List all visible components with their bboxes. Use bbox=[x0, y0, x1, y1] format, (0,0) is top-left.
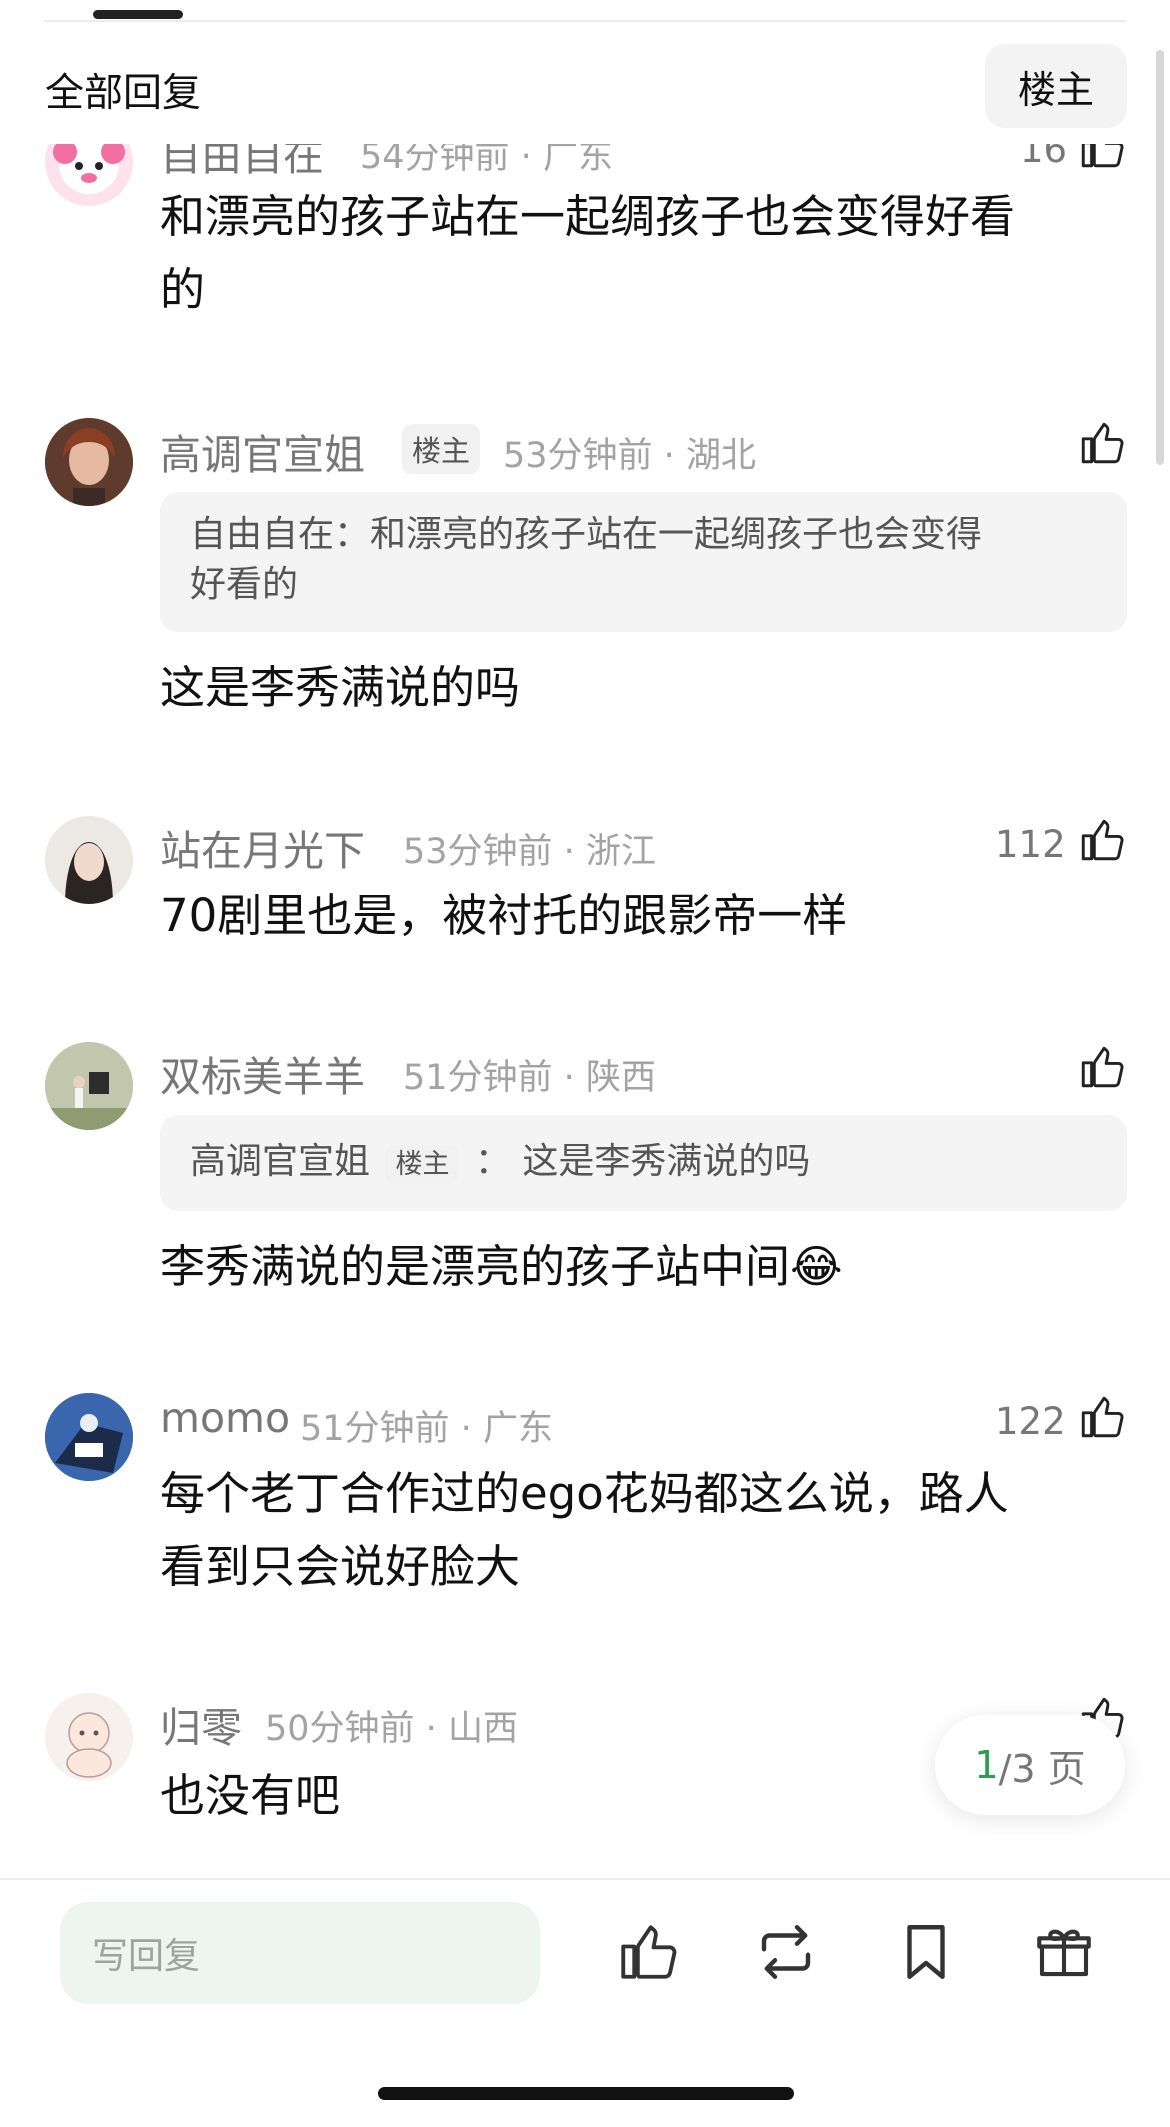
username[interactable]: 归零 bbox=[160, 1694, 242, 1754]
comment-text-line: 李秀满说的是漂亮的孩子站中间 bbox=[160, 1240, 791, 1293]
thumbs-up-icon[interactable] bbox=[1077, 1042, 1127, 1092]
top-divider bbox=[44, 20, 1126, 22]
quoted-text: 这是李秀满说的吗 bbox=[522, 1141, 811, 1182]
username[interactable]: 高调官宣姐 bbox=[160, 421, 365, 481]
comment-time: 53分钟前 bbox=[403, 832, 553, 872]
comment-meta: 51分钟前 · 陕西 bbox=[403, 1058, 656, 1098]
comment-time: 54分钟前 bbox=[360, 137, 510, 177]
comment-location: 广东 bbox=[482, 1409, 553, 1449]
comment-meta: 54分钟前 · 广东 bbox=[360, 137, 613, 177]
quoted-separator: ： bbox=[474, 1141, 511, 1182]
like-count: 16 bbox=[1020, 128, 1068, 171]
page-title: 全部回复 bbox=[45, 71, 202, 116]
comment-location: 陕西 bbox=[585, 1058, 656, 1098]
op-badge: 楼主 bbox=[385, 1145, 460, 1184]
comment-text-line: 的 bbox=[160, 263, 206, 316]
comment-text-line: 70剧里也是，被衬托的跟影帝一样 bbox=[160, 889, 848, 942]
comment-time: 53分钟前 bbox=[503, 436, 653, 476]
username[interactable]: 双标美羊羊 bbox=[160, 1043, 365, 1103]
comment-text: 这是李秀满说的吗 bbox=[160, 651, 1120, 724]
comment-location: 山西 bbox=[447, 1709, 518, 1749]
thumbs-up-icon[interactable] bbox=[1077, 1392, 1127, 1442]
comment-text: 70剧里也是，被衬托的跟影帝一样 bbox=[160, 879, 1120, 952]
comment-text: 和漂亮的孩子站在一起绸孩子也会变得好看 的 bbox=[160, 180, 1120, 326]
reply-input[interactable]: 写回复 bbox=[60, 1902, 540, 2004]
comment-location: 广东 bbox=[542, 137, 613, 177]
page-indicator-button[interactable]: 1/3 页 bbox=[935, 1715, 1125, 1815]
comment-text-line: 每个老丁合作过的ego花妈都这么说，路人 bbox=[160, 1467, 1009, 1520]
op-filter-button[interactable]: 楼主 bbox=[985, 44, 1127, 128]
comment-meta: 51分钟前 · 广东 bbox=[300, 1409, 553, 1449]
avatar[interactable] bbox=[45, 1042, 133, 1130]
comment-text-line: 和漂亮的孩子站在一起绸孩子也会变得好看 bbox=[160, 190, 1016, 243]
bottom-divider bbox=[0, 1878, 1170, 1880]
comment-meta: 53分钟前 · 湖北 bbox=[503, 436, 756, 476]
comment-meta: 50分钟前 · 山西 bbox=[265, 1709, 518, 1749]
comment-text-line: 也没有吧 bbox=[160, 1769, 341, 1822]
thumbs-up-icon[interactable] bbox=[1077, 122, 1127, 172]
comment-text: 每个老丁合作过的ego花妈都这么说，路人 看到只会说好脸大 bbox=[160, 1457, 1120, 1603]
like-icon[interactable] bbox=[615, 1919, 681, 1985]
laughing-emoji-icon: 😂 bbox=[790, 1240, 843, 1293]
quoted-reply[interactable]: 高调官宣姐 楼主 ： 这是李秀满说的吗 bbox=[160, 1115, 1127, 1211]
quoted-text-line: 好看的 bbox=[190, 564, 299, 605]
gift-icon[interactable] bbox=[1031, 1919, 1097, 1985]
avatar[interactable] bbox=[45, 1393, 133, 1481]
avatar[interactable] bbox=[45, 418, 133, 506]
comment-location: 湖北 bbox=[685, 436, 756, 476]
comment-time: 51分钟前 bbox=[300, 1409, 450, 1449]
avatar[interactable] bbox=[45, 1693, 133, 1781]
username[interactable]: momo bbox=[160, 1394, 290, 1442]
username[interactable]: 站在月光下 bbox=[160, 817, 365, 877]
op-badge: 楼主 bbox=[402, 424, 481, 474]
home-indicator[interactable] bbox=[378, 2087, 794, 2100]
scrollbar[interactable] bbox=[1156, 50, 1164, 465]
bookmark-icon[interactable] bbox=[893, 1919, 959, 1985]
thumbs-up-icon[interactable] bbox=[1077, 815, 1127, 865]
avatar[interactable] bbox=[45, 816, 133, 904]
page-current: 1 bbox=[974, 1743, 999, 1787]
quoted-reply[interactable]: 自由自在：和漂亮的孩子站在一起绸孩子也会变得 好看的 bbox=[160, 492, 1127, 632]
comment-time: 51分钟前 bbox=[403, 1058, 553, 1098]
like-count: 122 bbox=[995, 1400, 1066, 1443]
username[interactable]: 自由自在 bbox=[160, 122, 324, 182]
quoted-text-line: 自由自在：和漂亮的孩子站在一起绸孩子也会变得 bbox=[190, 514, 983, 555]
avatar[interactable] bbox=[45, 118, 133, 206]
like-count: 112 bbox=[995, 823, 1066, 866]
comment-meta: 53分钟前 · 浙江 bbox=[403, 832, 656, 872]
top-drag-handle[interactable] bbox=[93, 10, 183, 19]
repost-icon[interactable] bbox=[753, 1919, 819, 1985]
comment-text: 李秀满说的是漂亮的孩子站中间😂 bbox=[160, 1230, 1120, 1303]
comment-text: 也没有吧 bbox=[160, 1759, 1060, 1832]
comment-text-line: 看到只会说好脸大 bbox=[160, 1540, 521, 1593]
comment-text-line: 这是李秀满说的吗 bbox=[160, 661, 521, 714]
quoted-username[interactable]: 高调官宣姐 bbox=[190, 1141, 370, 1182]
comment-location: 浙江 bbox=[585, 832, 656, 872]
page-total: /3 页 bbox=[998, 1746, 1086, 1791]
thumbs-up-icon[interactable] bbox=[1077, 418, 1127, 468]
comment-time: 50分钟前 bbox=[265, 1709, 415, 1749]
